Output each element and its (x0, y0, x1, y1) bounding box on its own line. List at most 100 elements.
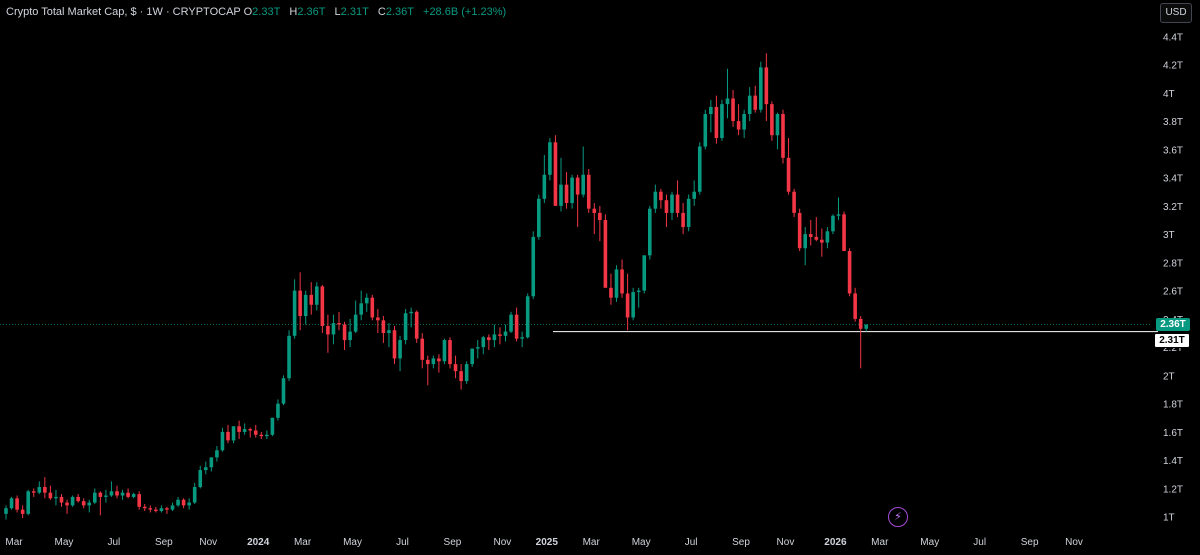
candle-body (792, 191, 796, 213)
candle-body (842, 214, 846, 252)
candle-body (9, 498, 14, 509)
candle-body (43, 487, 47, 493)
candle-body (270, 417, 275, 435)
candle-body (215, 450, 219, 458)
x-tick-label: 2024 (247, 537, 270, 548)
candle-body (808, 234, 813, 237)
candle-body (376, 317, 380, 321)
candle-body (154, 509, 158, 512)
candle-body (392, 330, 397, 359)
candle-body (459, 371, 463, 382)
candle-body (137, 494, 141, 507)
candle-body (76, 496, 80, 502)
candle-body (437, 358, 441, 362)
candle-body (342, 324, 347, 341)
candle-body (681, 212, 685, 228)
y-tick-label: 1.4T (1163, 456, 1183, 467)
candle-body (204, 467, 208, 471)
candle-body (403, 313, 408, 341)
candle-body (525, 296, 530, 338)
candle-body (642, 255, 647, 291)
candle-body (15, 498, 19, 510)
candle-body (781, 114, 785, 158)
candle-body (309, 294, 314, 305)
candle-body (559, 184, 563, 206)
candle-body (198, 470, 203, 488)
candle-body (714, 106, 719, 139)
currency-button[interactable]: USD (1160, 3, 1192, 23)
candle-body (359, 303, 363, 315)
candle-body (409, 311, 413, 314)
chart-legend: Crypto Total Market Cap, $ · 1W · CRYPTO… (6, 6, 506, 18)
y-tick-label: 4.2T (1163, 61, 1183, 72)
candle-body (831, 215, 835, 232)
candle-body (609, 287, 613, 298)
candle-body (226, 431, 230, 441)
candle-body (598, 212, 602, 220)
candle-body (697, 146, 702, 192)
candle-body (770, 104, 774, 136)
candle-body (165, 508, 169, 510)
candle-body (659, 191, 663, 201)
candle-body (825, 231, 830, 243)
candlestick-chart[interactable]: 1T1.2T1.4T1.6T1.8T2T2.2T2.4T2.6T2.8T3T3.… (0, 0, 1200, 555)
horizontal-line-price-tag[interactable]: 2.31T (1154, 333, 1190, 348)
candle-body (742, 114, 746, 130)
candle-body (720, 104, 724, 139)
candle-body (537, 198, 541, 237)
y-tick-label: 3T (1163, 230, 1175, 241)
x-tick-label: Nov (199, 537, 217, 548)
candle-body (414, 311, 419, 339)
y-tick-label: 4.4T (1163, 32, 1183, 43)
y-tick-label: 3.6T (1163, 145, 1183, 156)
y-tick-label: 1T (1163, 513, 1175, 524)
candle-body (348, 331, 352, 341)
x-tick-label: Mar (5, 537, 23, 548)
candle-body (331, 323, 336, 335)
candle-body (192, 487, 197, 503)
close-value: 2.36T (385, 6, 414, 18)
candle-body (725, 98, 730, 105)
candle-body (20, 509, 25, 514)
candle-body (65, 502, 69, 506)
candle-body (353, 314, 358, 332)
x-tick-label: 2026 (824, 537, 847, 548)
candle-body (814, 236, 819, 240)
candle-body (548, 142, 552, 175)
y-tick-label: 4T (1163, 89, 1175, 100)
candle-body (675, 194, 680, 213)
candle-body (775, 114, 780, 136)
candle-body (453, 364, 458, 372)
candle-body (81, 501, 86, 506)
x-tick-label: May (54, 537, 73, 548)
candle-body (492, 334, 497, 341)
candle-body (326, 325, 330, 335)
candle-body (303, 294, 308, 317)
candle-body (820, 239, 824, 243)
candle-body (48, 492, 53, 499)
candle-body (292, 290, 297, 336)
low-label: L (334, 6, 341, 18)
candle-body (731, 98, 735, 122)
x-tick-label: May (632, 537, 651, 548)
current-price-tag: 2.36T (1156, 318, 1190, 331)
candle-body (231, 426, 236, 441)
candle-body (481, 337, 486, 348)
y-tick-label: 2.8T (1163, 258, 1183, 269)
candle-body (614, 269, 619, 298)
x-tick-label: Jul (973, 537, 986, 548)
candle-body (847, 251, 852, 294)
candle-body (531, 236, 536, 297)
lightning-bolt-icon[interactable]: ⚡ (888, 507, 908, 527)
candle-body (709, 106, 713, 115)
candle-body (187, 502, 191, 506)
candle-body (581, 174, 585, 195)
candle-body (692, 191, 696, 199)
candle-body (54, 496, 58, 499)
candle-body (448, 340, 452, 365)
candle-body (287, 335, 291, 379)
x-tick-label: Nov (777, 537, 795, 548)
candle-body (464, 364, 469, 382)
candle-body (237, 426, 241, 432)
candle-body (37, 487, 42, 493)
